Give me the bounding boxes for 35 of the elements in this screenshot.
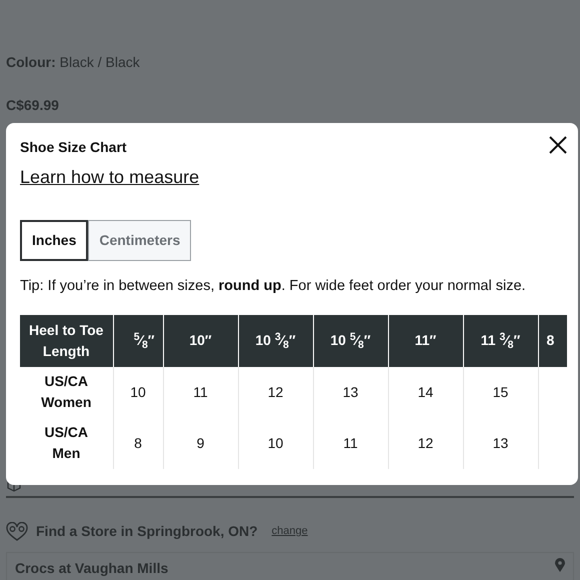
table-cell: 8 <box>113 418 163 469</box>
colour-value: Black / Black <box>60 54 140 70</box>
unit-tab[interactable]: Centimeters <box>88 220 192 261</box>
column-header: 11 $^{3}$⁄$_{8}$″ <box>463 314 538 367</box>
column-header: Heel to Toe Length <box>20 314 113 367</box>
dialog-title: Shoe Size Chart <box>20 139 127 155</box>
measure-link[interactable]: Learn how to measure <box>20 164 200 191</box>
table-cell: 15 <box>463 366 538 418</box>
change-link[interactable]: change <box>272 523 308 540</box>
table-cell: 9 <box>163 418 238 469</box>
column-header: 8 <box>538 314 567 367</box>
table-cell: 10 <box>238 418 313 469</box>
table-cell: 10 <box>113 366 163 418</box>
row-header: US/CA Women <box>20 366 113 418</box>
table-cell: 14 <box>388 366 463 418</box>
unit-tab[interactable]: Inches <box>20 220 88 261</box>
row-header: US/CA Men <box>20 418 113 469</box>
column-header: 11″ <box>388 314 463 367</box>
colour-label: Colour: <box>6 54 56 70</box>
table-cell: 12 <box>238 366 313 418</box>
store-selector[interactable]: Crocs at Vaughan Mills <box>6 552 574 580</box>
column-header: $^{5}$⁄$_{8}$″ <box>113 314 163 367</box>
column-header: 10″ <box>163 314 238 367</box>
price: C$69.99 <box>6 96 59 115</box>
column-header: 10 $^{5}$⁄$_{8}$″ <box>313 314 388 367</box>
table-cell: 12 <box>388 418 463 469</box>
store-prompt: Find a Store in Springbrook, ON? <box>36 522 258 541</box>
table-cell: 13 <box>463 418 538 469</box>
table-cell: 11 <box>313 418 388 469</box>
column-header: 10 $^{3}$⁄$_{8}$″ <box>238 314 313 367</box>
tip-text: Tip: If you’re in between sizes, round up. For wide feet order your normal size. <box>20 277 527 296</box>
table-cell: 13 <box>313 366 388 418</box>
table-cell: 11 <box>163 366 238 418</box>
store-heart-icon <box>6 522 28 542</box>
location-pin-icon <box>555 558 565 572</box>
